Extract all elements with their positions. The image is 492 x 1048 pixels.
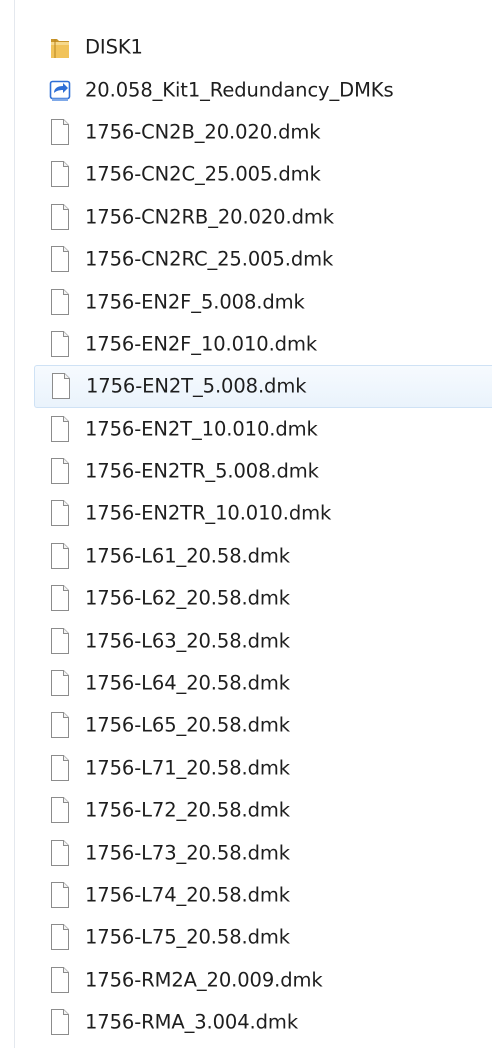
file-icon — [49, 627, 71, 655]
folder-icon — [49, 33, 71, 61]
file-icon — [49, 839, 71, 867]
file-icon — [49, 330, 71, 358]
file-icon — [49, 923, 71, 951]
item-name: 1756-L64_20.58.dmk — [85, 671, 290, 695]
list-item[interactable]: DISK1 — [15, 26, 492, 68]
item-name: DISK1 — [85, 35, 143, 59]
item-name: 1756-EN2F_10.010.dmk — [85, 332, 318, 356]
list-item[interactable]: 1756-CN2RC_25.005.dmk — [15, 238, 492, 280]
file-icon — [49, 1008, 71, 1036]
item-name: 1756-CN2RB_20.020.dmk — [85, 205, 334, 229]
list-item[interactable]: 1756-EN2F_5.008.dmk — [15, 280, 492, 322]
file-icon — [49, 499, 71, 527]
list-item[interactable]: 1756-RMA_3.004.dmk — [15, 1001, 492, 1043]
list-item[interactable]: 1756-EN2TR_10.010.dmk — [15, 492, 492, 534]
file-icon — [49, 457, 71, 485]
shortcut-icon — [49, 76, 71, 104]
item-name: 1756-CN2RC_25.005.dmk — [85, 247, 334, 271]
file-icon — [49, 160, 71, 188]
item-name: 1756-L65_20.58.dmk — [85, 713, 290, 737]
file-list: DISK1 20.058_Kit1_Redundancy_DMKs 1756-CN2… — [15, 26, 492, 1043]
list-item[interactable]: 1756-CN2RB_20.020.dmk — [15, 196, 492, 238]
list-item[interactable]: 1756-L72_20.58.dmk — [15, 789, 492, 831]
file-icon — [49, 966, 71, 994]
item-name: 1756-RM2A_20.009.dmk — [85, 968, 323, 992]
file-icon — [49, 669, 71, 697]
file-icon — [50, 372, 72, 400]
item-name: 1756-L62_20.58.dmk — [85, 586, 290, 610]
list-item[interactable]: 1756-L71_20.58.dmk — [15, 747, 492, 789]
list-item[interactable]: 1756-CN2B_20.020.dmk — [15, 111, 492, 153]
list-item[interactable]: 1756-EN2F_10.010.dmk — [15, 323, 492, 365]
item-name: 1756-L63_20.58.dmk — [85, 629, 290, 653]
item-name: 1756-CN2B_20.020.dmk — [85, 120, 321, 144]
item-name: 1756-L72_20.58.dmk — [85, 798, 290, 822]
list-item[interactable]: 1756-EN2T_5.008.dmk — [34, 365, 492, 408]
list-item[interactable]: 1756-EN2TR_5.008.dmk — [15, 450, 492, 492]
list-item[interactable]: 1756-CN2C_25.005.dmk — [15, 153, 492, 195]
item-name: 1756-CN2C_25.005.dmk — [85, 162, 321, 186]
item-name: 1756-EN2TR_5.008.dmk — [85, 459, 319, 483]
file-icon — [49, 245, 71, 273]
list-item[interactable]: 1756-L73_20.58.dmk — [15, 831, 492, 873]
item-name: 1756-L73_20.58.dmk — [85, 841, 290, 865]
file-icon — [49, 584, 71, 612]
file-icon — [49, 711, 71, 739]
file-icon — [49, 542, 71, 570]
item-name: 1756-EN2F_5.008.dmk — [85, 290, 305, 314]
file-icon — [49, 415, 71, 443]
list-item[interactable]: 1756-RM2A_20.009.dmk — [15, 959, 492, 1001]
list-item[interactable]: 1756-L75_20.58.dmk — [15, 916, 492, 958]
item-name: 1756-EN2T_10.010.dmk — [85, 417, 318, 441]
file-icon — [49, 881, 71, 909]
item-name: 1756-L61_20.58.dmk — [85, 544, 290, 568]
file-icon — [49, 288, 71, 316]
item-name: 1756-L75_20.58.dmk — [85, 925, 290, 949]
list-item[interactable]: 1756-L74_20.58.dmk — [15, 874, 492, 916]
item-name: 1756-L71_20.58.dmk — [85, 756, 290, 780]
file-icon — [49, 118, 71, 146]
item-name: 1756-L74_20.58.dmk — [85, 883, 290, 907]
list-item[interactable]: 1756-EN2T_10.010.dmk — [15, 408, 492, 450]
file-icon — [49, 796, 71, 824]
item-name: 1756-RMA_3.004.dmk — [85, 1010, 299, 1034]
item-name: 1756-EN2TR_10.010.dmk — [85, 501, 332, 525]
item-name: 20.058_Kit1_Redundancy_DMKs — [85, 78, 394, 102]
list-item[interactable]: 1756-L64_20.58.dmk — [15, 662, 492, 704]
item-name: 1756-EN2T_5.008.dmk — [86, 374, 307, 398]
list-item[interactable]: 20.058_Kit1_Redundancy_DMKs — [15, 68, 492, 110]
list-item[interactable]: 1756-L62_20.58.dmk — [15, 577, 492, 619]
list-item[interactable]: 1756-L65_20.58.dmk — [15, 704, 492, 746]
list-item[interactable]: 1756-L63_20.58.dmk — [15, 619, 492, 661]
file-icon — [49, 754, 71, 782]
file-icon — [49, 203, 71, 231]
list-item[interactable]: 1756-L61_20.58.dmk — [15, 535, 492, 577]
